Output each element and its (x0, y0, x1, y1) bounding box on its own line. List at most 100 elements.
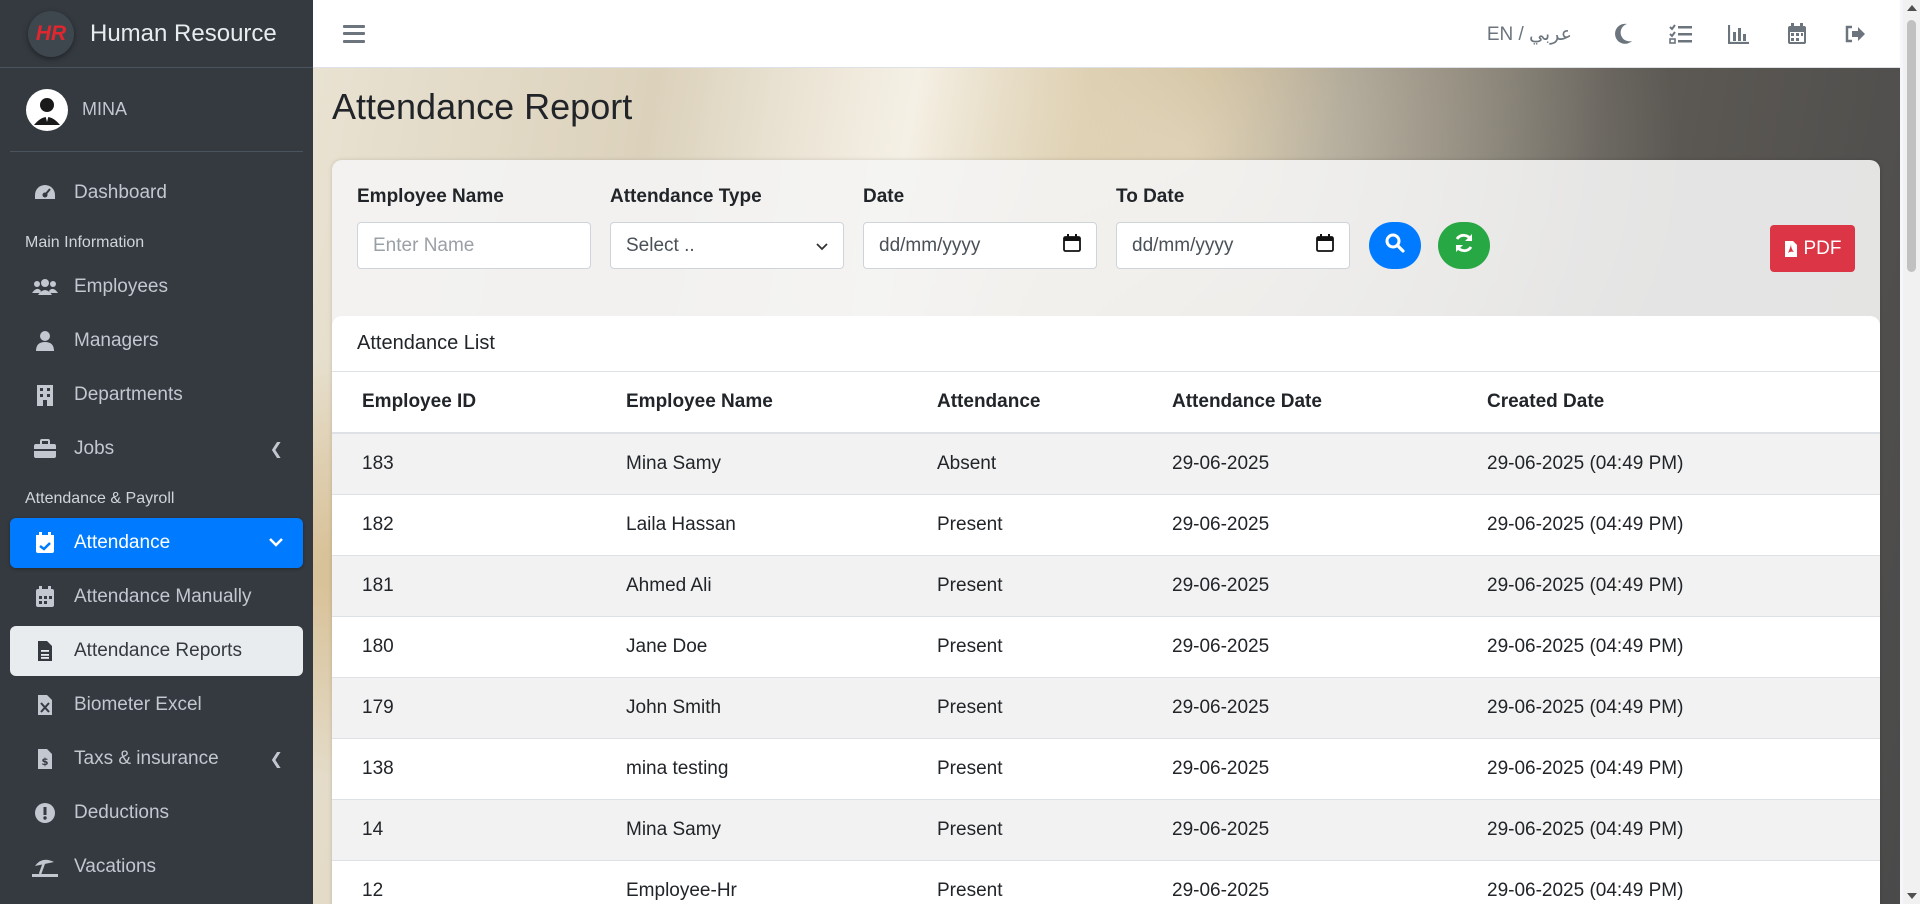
calendar-picker-icon[interactable] (1063, 233, 1081, 258)
chevron-left-icon: ❮ (269, 441, 283, 458)
cell-attendance: Present (907, 799, 1142, 861)
sidebar-item-label: Biometer Excel (74, 694, 202, 715)
sidebar-item-attendance-manually[interactable]: Attendance Manually (10, 572, 303, 622)
sign-out-icon[interactable] (1842, 21, 1868, 47)
cell-employee-id: 179 (332, 677, 596, 739)
column-employee-name[interactable]: Employee Name (596, 372, 907, 434)
cell-created-date: 29-06-2025 (04:49 PM) (1457, 860, 1880, 904)
file-excel-icon (32, 693, 58, 717)
users-icon (32, 275, 58, 299)
nav-header-attendance-payroll: Attendance & Payroll (25, 490, 175, 507)
sidebar-item-taxs-insurance[interactable]: $ Taxs & insurance ❮ (10, 734, 303, 784)
scrollbar-thumb[interactable] (1907, 20, 1916, 272)
to-date-input[interactable]: dd/mm/yyyy (1116, 222, 1350, 269)
attendance-type-select[interactable]: Select .. (610, 222, 844, 269)
table-row[interactable]: 138 mina testing Present 29-06-2025 29-0… (332, 738, 1880, 800)
chart-bar-icon[interactable] (1726, 21, 1752, 47)
cell-attendance-date: 29-06-2025 (1142, 738, 1457, 800)
file-pdf-icon (1784, 240, 1798, 258)
cell-employee-name: Employee-Hr (596, 860, 907, 904)
column-employee-id[interactable]: Employee ID (332, 372, 596, 434)
cell-attendance-date: 29-06-2025 (1142, 677, 1457, 739)
cell-employee-id: 181 (332, 555, 596, 617)
sidebar-item-label: Attendance (74, 532, 171, 553)
hamburger-menu-icon[interactable] (343, 24, 365, 43)
column-attendance[interactable]: Attendance (907, 372, 1142, 434)
table-row[interactable]: 12 Employee-Hr Present 29-06-2025 29-06-… (332, 860, 1880, 904)
employee-name-input[interactable]: Enter Name (357, 222, 591, 269)
cell-created-date: 29-06-2025 (04:49 PM) (1457, 738, 1880, 800)
sidebar-item-dashboard[interactable]: Dashboard (10, 168, 303, 218)
table-row[interactable]: 180 Jane Doe Present 29-06-2025 29-06-20… (332, 616, 1880, 678)
brand-logo: HR (28, 10, 74, 57)
sidebar-item-jobs[interactable]: Jobs ❮ (10, 424, 303, 474)
column-created-date[interactable]: Created Date (1457, 372, 1880, 434)
date-input[interactable]: dd/mm/yyyy (863, 222, 1097, 269)
cell-employee-name: Mina Samy (596, 799, 907, 861)
sidebar-item-biometer-excel[interactable]: Biometer Excel (10, 680, 303, 730)
table-row[interactable]: 183 Mina Samy Absent 29-06-2025 29-06-20… (332, 433, 1880, 495)
refresh-button[interactable] (1438, 222, 1490, 269)
sidebar-item-departments[interactable]: Departments (10, 370, 303, 420)
table-row[interactable]: 14 Mina Samy Present 29-06-2025 29-06-20… (332, 799, 1880, 861)
cell-created-date: 29-06-2025 (04:49 PM) (1457, 494, 1880, 556)
tachometer-icon (32, 181, 58, 205)
cell-attendance: Absent (907, 433, 1142, 495)
sync-icon (1453, 232, 1475, 259)
sidebar-item-attendance-reports[interactable]: Attendance Reports (10, 626, 303, 676)
cell-created-date: 29-06-2025 (04:49 PM) (1457, 677, 1880, 739)
calendar-icon (32, 585, 58, 609)
moon-icon[interactable] (1610, 21, 1636, 47)
language-switch[interactable]: EN / عربي (1487, 23, 1572, 46)
scroll-up-arrow-icon[interactable] (1907, 5, 1917, 11)
calendar-icon[interactable] (1784, 21, 1810, 47)
employee-name-field: Employee Name Enter Name (357, 186, 591, 269)
sidebar-item-label: Departments (74, 384, 183, 405)
file-alt-icon (32, 639, 58, 663)
scroll-down-arrow-icon[interactable] (1907, 893, 1917, 899)
sidebar-item-managers[interactable]: Managers (10, 316, 303, 366)
sidebar: HR Human Resource MINA Dashboard Main In… (0, 0, 313, 904)
table-row[interactable]: 181 Ahmed Ali Present 29-06-2025 29-06-2… (332, 555, 1880, 617)
page-scrollbar[interactable] (1903, 0, 1920, 904)
cell-employee-name: Laila Hassan (596, 494, 907, 556)
cell-employee-id: 180 (332, 616, 596, 678)
user-icon (32, 329, 58, 353)
cell-created-date: 29-06-2025 (04:49 PM) (1457, 616, 1880, 678)
table-row[interactable]: 179 John Smith Present 29-06-2025 29-06-… (332, 677, 1880, 739)
user-panel[interactable]: MINA (10, 68, 303, 152)
cell-created-date: 29-06-2025 (04:49 PM) (1457, 799, 1880, 861)
column-attendance-date[interactable]: Attendance Date (1142, 372, 1457, 434)
sidebar-item-label: Attendance Reports (74, 640, 242, 661)
table-row[interactable]: 182 Laila Hassan Present 29-06-2025 29-0… (332, 494, 1880, 556)
sidebar-item-deductions[interactable]: Deductions (10, 788, 303, 838)
cell-employee-id: 138 (332, 738, 596, 800)
chevron-down-icon (269, 534, 283, 552)
date-label: Date (863, 186, 905, 207)
cell-employee-name: Jane Doe (596, 616, 907, 678)
calendar-picker-icon[interactable] (1316, 233, 1334, 258)
sidebar-item-attendance[interactable]: Attendance (10, 518, 303, 568)
cell-attendance-date: 29-06-2025 (1142, 555, 1457, 617)
cell-employee-name: Ahmed Ali (596, 555, 907, 617)
attendance-table: Employee ID Employee Name Attendance Att… (332, 372, 1880, 904)
sidebar-item-employees[interactable]: Employees (10, 262, 303, 312)
cell-attendance: Present (907, 738, 1142, 800)
cell-employee-id: 182 (332, 494, 596, 556)
tasks-icon[interactable] (1668, 21, 1694, 47)
brand[interactable]: HR Human Resource (0, 0, 313, 68)
cell-employee-id: 183 (332, 433, 596, 495)
cell-attendance-date: 29-06-2025 (1142, 799, 1457, 861)
search-button[interactable] (1369, 222, 1421, 269)
sidebar-item-vacations[interactable]: Vacations (10, 842, 303, 892)
chevron-left-icon: ❮ (269, 751, 283, 768)
pdf-label: PDF (1803, 237, 1842, 259)
sidebar-nav: Dashboard Main Information Employees Man… (0, 152, 313, 892)
exclamation-circle-icon (32, 801, 58, 825)
cell-employee-name: John Smith (596, 677, 907, 739)
pdf-export-button[interactable]: PDF (1770, 225, 1855, 272)
attendance-type-field: Attendance Type Select .. (610, 186, 844, 269)
date-field: Date dd/mm/yyyy (863, 186, 1097, 269)
cell-attendance: Present (907, 677, 1142, 739)
attendance-type-label: Attendance Type (610, 186, 762, 207)
